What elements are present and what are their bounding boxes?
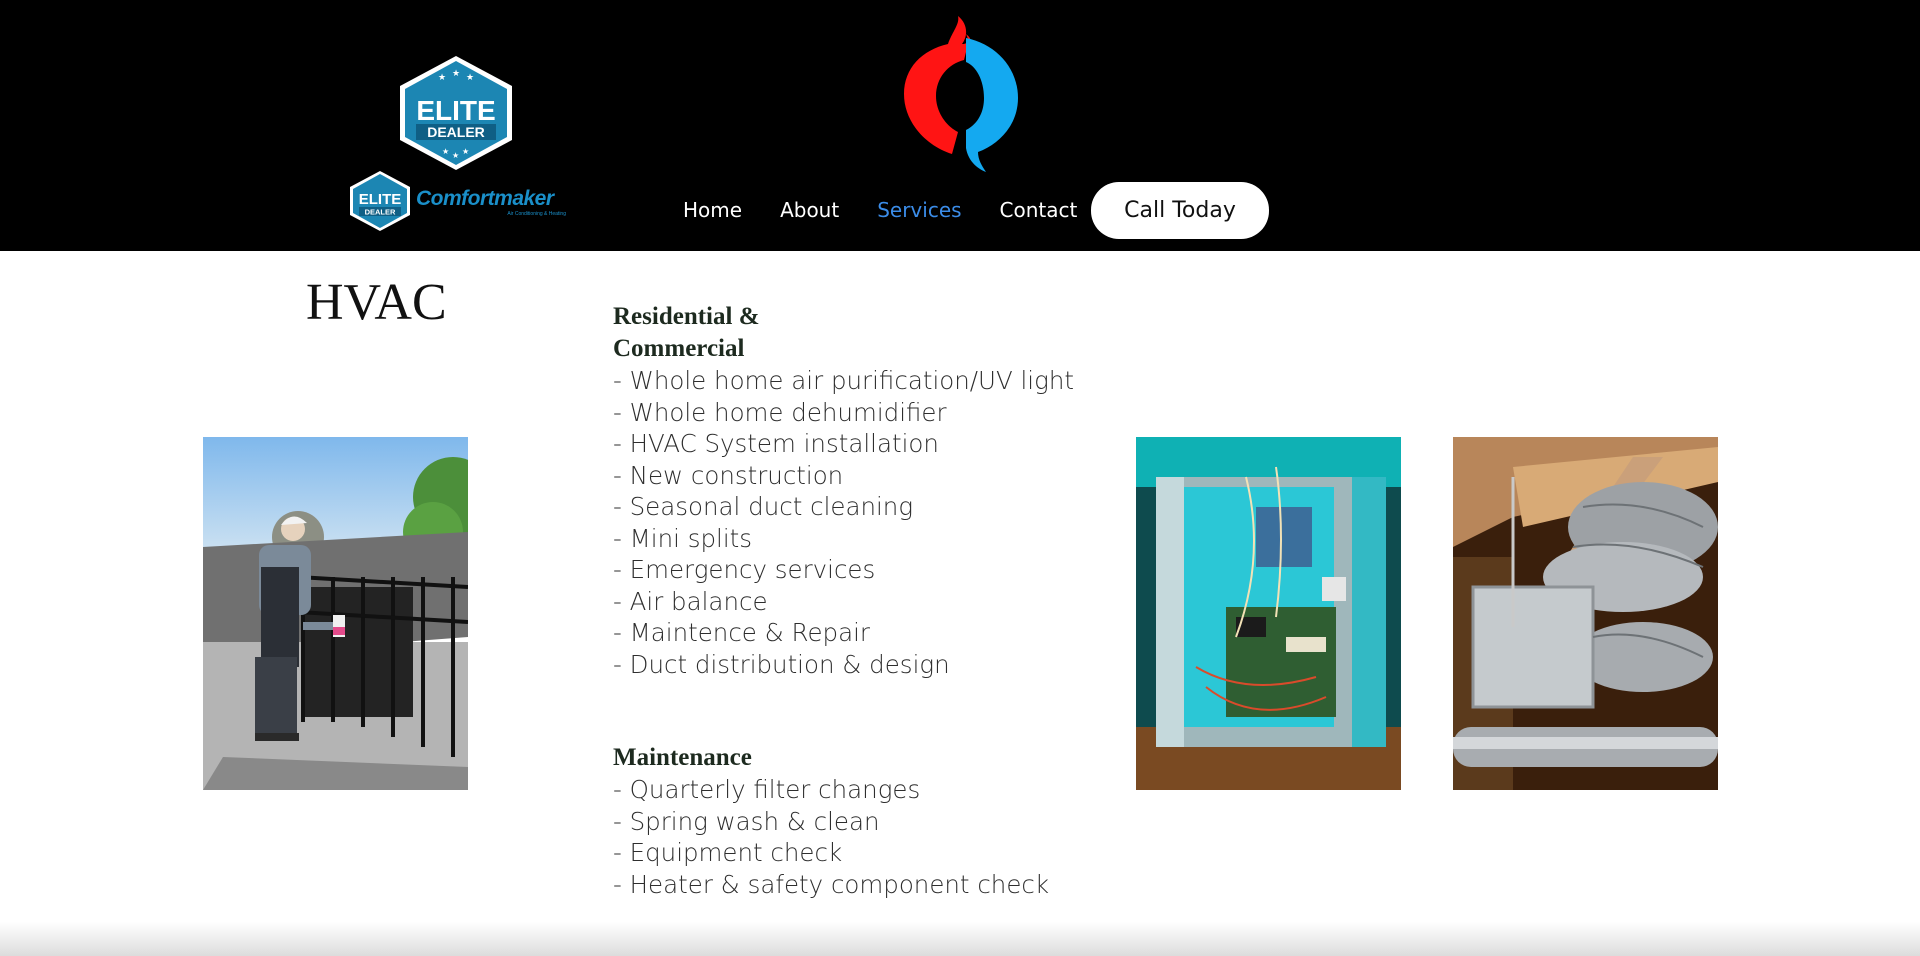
svg-text:ELITE: ELITE <box>416 95 495 126</box>
svg-text:★: ★ <box>438 72 446 82</box>
service-item: - HVAC System installation <box>613 429 939 458</box>
svg-text:★: ★ <box>462 147 469 156</box>
site-header: ★ ★ ★ ELITE DEALER ★ ★ ★ ELITE DEALER Co… <box>0 0 1920 251</box>
main-nav: Home About Services Contact <box>683 182 1115 238</box>
comfortmaker-logo: Comfortmaker Air Conditioning & Heating <box>416 188 566 218</box>
section-heading-line: Commercial <box>613 335 745 362</box>
section-heading: Maintenance <box>613 744 752 771</box>
nav-services-link[interactable]: Services <box>877 198 961 222</box>
service-item: - Seasonal duct cleaning <box>613 492 914 521</box>
technician-photo[interactable] <box>203 437 468 790</box>
svg-text:DEALER: DEALER <box>427 124 485 140</box>
services-content: Residential & Commercial - Whole home air… <box>613 301 1083 900</box>
residential-commercial-section: Residential & Commercial - Whole home air… <box>613 301 1083 680</box>
service-item: - Whole home air purification/UV light <box>613 366 1074 395</box>
elite-dealer-small-badge: ELITE DEALER <box>350 171 410 231</box>
nav-about-link[interactable]: About <box>780 198 839 222</box>
call-today-button[interactable]: Call Today <box>1091 182 1269 239</box>
maintenance-item: - Heater & safety component check <box>613 869 1050 899</box>
page-title: HVAC <box>306 274 447 331</box>
section-heading-line: Residential & <box>613 303 760 330</box>
page-bottom-shadow <box>0 922 1920 956</box>
maintenance-item: - Equipment check <box>613 838 843 867</box>
service-list: - Whole home air purification/UV light -… <box>613 365 1083 680</box>
svg-text:ELITE: ELITE <box>359 191 402 208</box>
service-item: - New construction <box>613 460 844 490</box>
maintenance-section: Maintenance - Quarterly filter changes -… <box>613 742 1083 900</box>
svg-text:DEALER: DEALER <box>365 208 396 217</box>
maintenance-list: - Quarterly filter changes - Spring wash… <box>613 774 1083 900</box>
attic-duct-photo[interactable] <box>1453 437 1718 790</box>
service-item: - Whole home dehumidifier <box>613 397 947 427</box>
service-item: - Duct distribution & design <box>613 649 950 679</box>
service-item: - Mini splits <box>613 523 752 553</box>
maintenance-item: - Quarterly filter changes <box>613 775 921 804</box>
section-heading: Residential & Commercial <box>613 301 1083 365</box>
svg-text:★: ★ <box>466 72 474 82</box>
service-item: - Maintence & Repair <box>613 618 870 647</box>
service-item: - Emergency services <box>613 555 876 584</box>
svg-text:★: ★ <box>442 147 449 156</box>
svg-text:★: ★ <box>452 151 459 160</box>
hvac-unit-photo[interactable] <box>1136 437 1401 790</box>
nav-home-link[interactable]: Home <box>683 198 742 222</box>
comfortmaker-wordmark: Comfortmaker <box>416 187 554 210</box>
service-item: - Air balance <box>613 586 768 616</box>
svg-text:★: ★ <box>452 68 460 78</box>
elite-dealer-badge-logo[interactable]: ★ ★ ★ ELITE DEALER ★ ★ ★ <box>394 54 518 172</box>
maintenance-item: - Spring wash & clean <box>613 806 880 836</box>
comfortmaker-tagline: Air Conditioning & Heating <box>507 211 566 217</box>
fire-water-logo-icon[interactable] <box>896 14 1022 174</box>
nav-contact-link[interactable]: Contact <box>1000 198 1078 222</box>
